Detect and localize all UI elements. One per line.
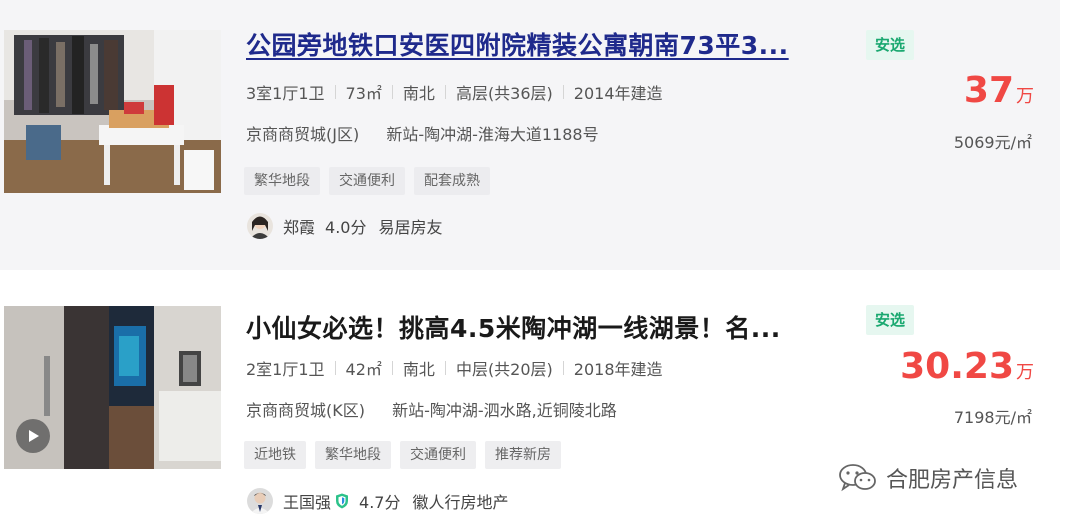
price-value: 30.23 xyxy=(900,346,1014,387)
build-year: 2014年建造 xyxy=(573,84,663,103)
agent-info[interactable]: 郑霞 4.0分 易居房友 xyxy=(247,213,442,239)
agent-name[interactable]: 王国强 xyxy=(283,489,331,513)
price-value: 37 xyxy=(963,70,1014,111)
wechat-watermark: 合肥房产信息 xyxy=(838,462,1018,494)
tag: 繁华地段 xyxy=(244,167,320,195)
floor-level: 高层(共36层) xyxy=(455,84,553,103)
wechat-icon xyxy=(839,464,876,492)
agent-score: 4.7分 xyxy=(359,493,401,512)
listing-photo[interactable] xyxy=(4,30,221,193)
community-link[interactable]: 京商商贸城(J区) xyxy=(246,125,359,144)
floor-level: 中层(共20层) xyxy=(455,360,553,379)
listing-location: 京商商贸城(J区) 新站-陶冲湖-淮海大道1188号 xyxy=(246,121,599,145)
listing-photo[interactable] xyxy=(4,306,221,469)
agent-info[interactable]: 王国强 4.7分 徽人行房地产 xyxy=(247,488,508,514)
divider xyxy=(391,361,393,375)
floor-area: 73㎡ xyxy=(345,84,382,103)
tag: 交通便利 xyxy=(329,167,405,195)
agent-name[interactable]: 郑霞 xyxy=(283,214,315,238)
verified-badge: 安选 xyxy=(866,305,914,335)
total-price: 37 万 xyxy=(964,70,1034,111)
divider xyxy=(391,85,393,99)
listing-meta: 2室1厅1卫 42㎡ 南北 中层(共20层) 2018年建造 xyxy=(246,356,663,380)
video-play-icon[interactable] xyxy=(16,419,50,453)
divider xyxy=(444,85,446,99)
address-link[interactable]: 新站-陶冲湖-泗水路,近铜陵北路 xyxy=(392,401,617,420)
tag-list: 近地铁 繁华地段 交通便利 推荐新房 xyxy=(244,441,561,469)
verified-badge: 安选 xyxy=(866,30,914,60)
listing-meta: 3室1厅1卫 73㎡ 南北 高层(共36层) 2014年建造 xyxy=(246,80,663,104)
address-link[interactable]: 新站-陶冲湖-淮海大道1188号 xyxy=(386,125,598,144)
tag: 繁华地段 xyxy=(315,441,391,469)
divider xyxy=(334,361,336,375)
divider xyxy=(334,85,336,99)
tag: 配套成熟 xyxy=(414,167,490,195)
orientation: 南北 xyxy=(402,360,435,379)
divider xyxy=(562,85,564,99)
tag: 近地铁 xyxy=(244,441,306,469)
listing-title[interactable]: 公园旁地铁口安医四附院精装公寓朝南73平3... xyxy=(246,26,789,62)
listing-card[interactable]: 公园旁地铁口安医四附院精装公寓朝南73平3... 安选 3室1厅1卫 73㎡ 南… xyxy=(0,0,1060,270)
unit-price: 7198元/㎡ xyxy=(953,408,1032,427)
agent-avatar[interactable] xyxy=(247,488,273,514)
orientation: 南北 xyxy=(402,84,435,103)
room-layout: 2室1厅1卫 xyxy=(246,360,325,379)
community-link[interactable]: 京商商贸城(K区) xyxy=(246,401,365,420)
unit-price: 5069元/㎡ xyxy=(953,133,1032,152)
build-year: 2018年建造 xyxy=(573,360,663,379)
total-price: 30.23 万 xyxy=(900,346,1034,387)
tag: 交通便利 xyxy=(400,441,476,469)
tag-list: 繁华地段 交通便利 配套成熟 xyxy=(244,167,490,195)
floor-area: 42㎡ xyxy=(345,360,382,379)
listing-title[interactable]: 小仙女必选！挑高4.5米陶冲湖一线湖景！名... xyxy=(246,309,781,345)
tag: 推荐新房 xyxy=(485,441,561,469)
agent-company: 徽人行房地产 xyxy=(412,493,509,512)
listing-location: 京商商贸城(K区) 新站-陶冲湖-泗水路,近铜陵北路 xyxy=(246,397,617,421)
agent-score: 4.0分 xyxy=(325,218,367,237)
price-unit: 万 xyxy=(1016,86,1034,107)
divider xyxy=(444,361,446,375)
agent-avatar[interactable] xyxy=(247,213,273,239)
price-unit: 万 xyxy=(1016,362,1034,383)
agent-company: 易居房友 xyxy=(378,218,443,237)
verified-shield-icon xyxy=(336,493,349,509)
room-layout: 3室1厅1卫 xyxy=(246,84,325,103)
watermark-text: 合肥房产信息 xyxy=(886,468,1019,493)
divider xyxy=(562,361,564,375)
